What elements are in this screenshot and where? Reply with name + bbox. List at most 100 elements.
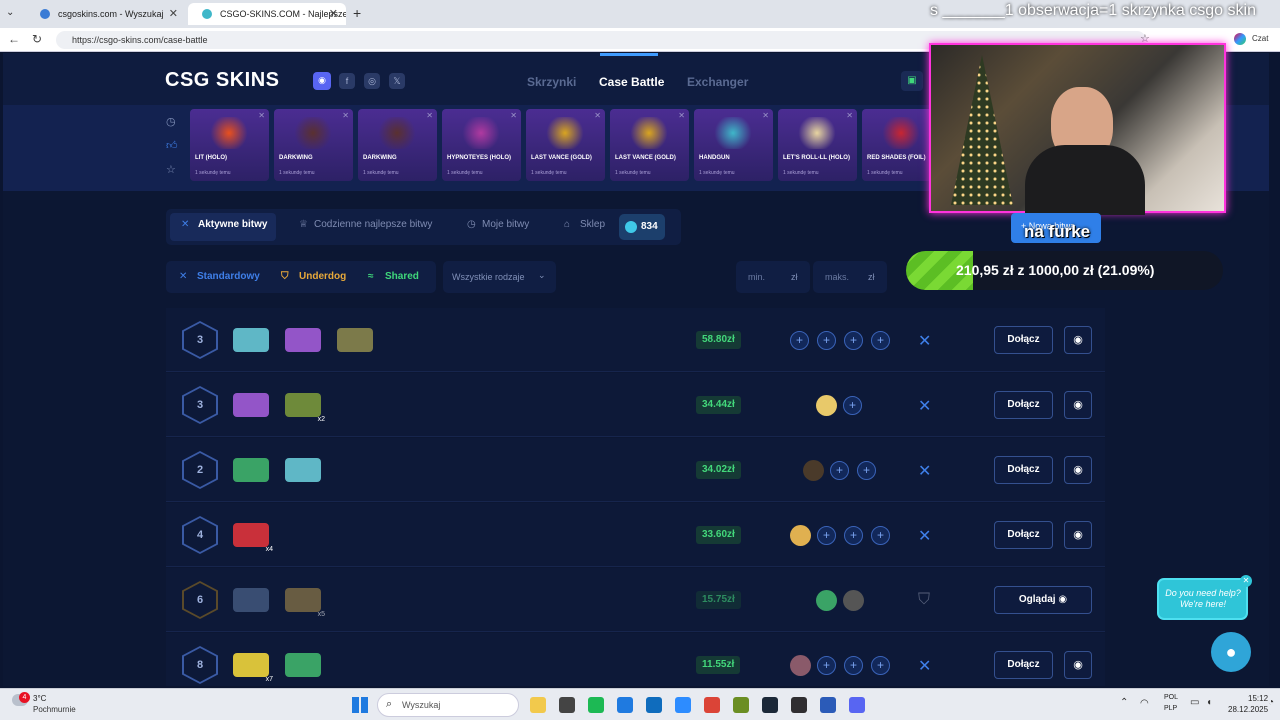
- max-price-input[interactable]: maks. zł: [813, 261, 887, 293]
- join-slot-plus-icon[interactable]: +: [871, 656, 890, 675]
- drop-card[interactable]: ✕ HANDGUN 1 sekundę temu: [694, 109, 773, 181]
- drop-card[interactable]: ✕ LIT (HOLO) 1 sekundę temu: [190, 109, 269, 181]
- min-price-input[interactable]: min. zł: [736, 261, 810, 293]
- outlook-icon[interactable]: [646, 697, 662, 713]
- nav-case-battle[interactable]: Case Battle: [599, 75, 664, 89]
- join-slot-plus-icon[interactable]: +: [871, 331, 890, 350]
- chrome-icon[interactable]: [704, 697, 720, 713]
- spectate-eye-button[interactable]: ◉: [1064, 391, 1092, 419]
- facebook-icon[interactable]: f: [339, 73, 355, 89]
- filter-shared[interactable]: Shared: [385, 271, 419, 282]
- close-chat-bubble-icon[interactable]: ✕: [1240, 575, 1252, 587]
- close-tab-icon[interactable]: ✕: [169, 7, 178, 20]
- history-icon[interactable]: ◷: [166, 115, 176, 128]
- close-icon[interactable]: ✕: [846, 111, 853, 120]
- join-slot-plus-icon[interactable]: +: [817, 526, 836, 545]
- instagram-icon[interactable]: ◎: [364, 73, 380, 89]
- close-icon[interactable]: ✕: [594, 111, 601, 120]
- lang-line2[interactable]: PLP: [1164, 705, 1177, 712]
- lang-line1[interactable]: POL: [1164, 694, 1178, 701]
- join-slot-plus-icon[interactable]: +: [844, 656, 863, 675]
- filter-underdog[interactable]: Underdog: [299, 271, 346, 282]
- network-icon[interactable]: ▭: [1190, 697, 1199, 708]
- close-icon[interactable]: ✕: [510, 111, 517, 120]
- tab-my-battles[interactable]: Moje bitwy: [482, 219, 529, 230]
- copilot-icon[interactable]: [1234, 33, 1246, 45]
- file-explorer-icon[interactable]: [530, 697, 546, 713]
- coins-badge[interactable]: 834: [619, 214, 665, 240]
- join-slot-plus-icon[interactable]: +: [844, 526, 863, 545]
- join-button[interactable]: Dołącz: [994, 456, 1053, 484]
- browser-tab-1[interactable]: csgoskins.com - Wyszukaj ✕: [26, 3, 186, 25]
- drop-card[interactable]: ✕ DARKWING 1 sekundę temu: [274, 109, 353, 181]
- player-avatar[interactable]: [790, 655, 811, 676]
- drop-card[interactable]: ✕ LAST VANCE (GOLD) 1 sekundę temu: [610, 109, 689, 181]
- wifi-icon[interactable]: ◠: [1140, 698, 1149, 709]
- app-icon[interactable]: [820, 697, 836, 713]
- close-icon[interactable]: ✕: [678, 111, 685, 120]
- volume-icon[interactable]: ◖: [1206, 697, 1212, 708]
- close-icon[interactable]: ✕: [258, 111, 265, 120]
- nav-exchanger[interactable]: Exchanger: [687, 75, 748, 89]
- close-icon[interactable]: ✕: [342, 111, 349, 120]
- spectate-eye-button[interactable]: ◉: [1064, 456, 1092, 484]
- notifications-icon[interactable]: ◔: [1268, 697, 1274, 708]
- spotify-icon[interactable]: [588, 697, 604, 713]
- browser-tab-2[interactable]: CSGO-SKINS.COM - Najlepsze Skr ✕: [188, 3, 346, 25]
- app-icon[interactable]: [559, 697, 575, 713]
- windows-start-icon[interactable]: [352, 697, 368, 713]
- join-button[interactable]: Dołącz: [994, 521, 1053, 549]
- join-slot-plus-icon[interactable]: +: [830, 461, 849, 480]
- drop-card[interactable]: ✕ LET'S ROLL-LL (HOLO) 1 sekundę temu: [778, 109, 857, 181]
- drop-card[interactable]: ✕ HYPNOTEYES (HOLO) 1 sekundę temu: [442, 109, 521, 181]
- x-twitter-icon[interactable]: 𝕏: [389, 73, 405, 89]
- filter-standard[interactable]: Standardowy: [197, 271, 260, 282]
- close-icon[interactable]: ✕: [762, 111, 769, 120]
- browser-icon[interactable]: [675, 697, 691, 713]
- tray-chevron-up-icon[interactable]: ⌃: [1120, 697, 1128, 708]
- spectate-eye-button[interactable]: ◉: [1064, 326, 1092, 354]
- player-avatar[interactable]: [816, 395, 837, 416]
- spectate-eye-button[interactable]: ◉: [1064, 521, 1092, 549]
- player-avatar[interactable]: [790, 525, 811, 546]
- join-slot-plus-icon[interactable]: +: [871, 526, 890, 545]
- discord-icon[interactable]: [849, 697, 865, 713]
- steam-icon[interactable]: [762, 697, 778, 713]
- new-tab-icon[interactable]: +: [353, 5, 361, 21]
- join-slot-plus-icon[interactable]: +: [817, 331, 836, 350]
- reload-icon[interactable]: ↻: [32, 32, 42, 46]
- tab-daily-best[interactable]: Codzienne najlepsze bitwy: [314, 219, 432, 230]
- edge-icon[interactable]: [617, 697, 633, 713]
- drop-card[interactable]: ✕ LAST VANCE (GOLD) 1 sekundę temu: [526, 109, 605, 181]
- open-chat-button[interactable]: ●: [1211, 632, 1251, 672]
- discord-icon[interactable]: ◉: [313, 72, 331, 90]
- tab-list-icon[interactable]: ⌄: [6, 7, 14, 18]
- clock-time[interactable]: 15:12: [1248, 694, 1268, 703]
- minecraft-icon[interactable]: [733, 697, 749, 713]
- player-avatar[interactable]: [816, 590, 837, 611]
- clock-date[interactable]: 28.12.2025: [1228, 705, 1268, 714]
- join-button[interactable]: Dołącz: [994, 326, 1053, 354]
- spectate-eye-button[interactable]: ◉: [1064, 651, 1092, 679]
- wallet-icon[interactable]: ▣: [901, 71, 923, 91]
- obs-icon[interactable]: [791, 697, 807, 713]
- thumbs-up-icon[interactable]: 👍︎: [166, 139, 178, 152]
- close-icon[interactable]: ✕: [426, 111, 433, 120]
- mode-select[interactable]: Wszystkie rodzaje ⌄: [443, 261, 556, 293]
- taskbar-search[interactable]: ⌕ Wyszukaj: [377, 693, 519, 717]
- close-tab-icon[interactable]: ✕: [329, 7, 338, 20]
- back-icon[interactable]: ←: [8, 32, 20, 46]
- nav-skrzynki[interactable]: Skrzynki: [527, 75, 576, 89]
- join-slot-plus-icon[interactable]: +: [790, 331, 809, 350]
- site-logo[interactable]: CSG SKINS: [165, 69, 280, 92]
- watch-button[interactable]: Oglądaj ◉: [994, 586, 1092, 614]
- join-slot-plus-icon[interactable]: +: [844, 331, 863, 350]
- join-button[interactable]: Dołącz: [994, 651, 1053, 679]
- join-slot-plus-icon[interactable]: +: [857, 461, 876, 480]
- drop-card[interactable]: ✕ DARKWING 1 sekundę temu: [358, 109, 437, 181]
- chat-label[interactable]: Czat: [1252, 34, 1268, 43]
- join-button[interactable]: Dołącz: [994, 391, 1053, 419]
- player-avatar[interactable]: [803, 460, 824, 481]
- join-slot-plus-icon[interactable]: +: [843, 396, 862, 415]
- tab-shop[interactable]: Sklep: [580, 219, 605, 230]
